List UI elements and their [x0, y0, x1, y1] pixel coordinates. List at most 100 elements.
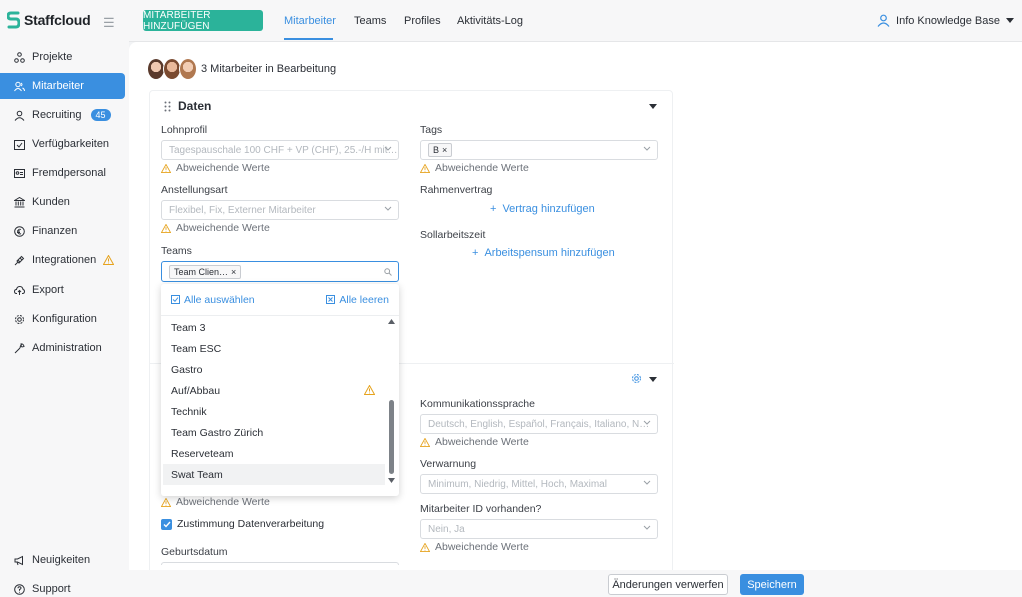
add-contract-label: Vertrag hinzufügen [502, 203, 595, 215]
dropdown-option[interactable]: Reserveteam [163, 443, 385, 464]
sidebar-item-verfuegbarkeiten[interactable]: Verfügbarkeiten [0, 131, 125, 157]
dropdown-option[interactable]: Team 3 [163, 317, 385, 338]
teams-label: Teams [161, 245, 192, 257]
sidebar-item-neuigkeiten[interactable]: Neuigkeiten [0, 547, 125, 573]
sidebar-item-kunden[interactable]: Kunden [0, 189, 125, 215]
user-icon [877, 14, 890, 27]
add-contract-button[interactable]: + Vertrag hinzufügen [490, 203, 595, 215]
tags-select[interactable]: B × [420, 140, 658, 160]
sidebar-item-fremdpersonal[interactable]: Fremdpersonal [0, 160, 125, 186]
tag-label: Team Clien… [174, 266, 229, 277]
dropdown-option[interactable]: Team ESC [163, 338, 385, 359]
section-header: Daten [164, 99, 211, 113]
cloud-upload-icon [14, 285, 25, 296]
consent-label: Zustimmung Datenverarbeitung [177, 518, 325, 530]
scroll-down-icon[interactable] [388, 478, 395, 483]
remove-tag-icon[interactable]: × [442, 145, 447, 155]
plug-icon [14, 255, 25, 266]
tag-label: B [433, 145, 440, 155]
discard-changes-button[interactable]: Änderungen verwerfen [608, 574, 728, 595]
main-content: 3 Mitarbeiter in Bearbeitung Daten Lohnp… [129, 42, 1022, 597]
sidebar-item-recruiting[interactable]: Recruiting 45 [0, 102, 125, 128]
sidebar-item-mitarbeiter[interactable]: Mitarbeiter [0, 73, 125, 99]
scrollbar-thumb[interactable] [389, 400, 394, 474]
sidebar-item-label: Integrationen [32, 254, 97, 266]
chevron-down-icon [643, 480, 651, 486]
scroll-up-icon[interactable] [388, 319, 395, 324]
tab-profiles[interactable]: Profiles [404, 15, 441, 27]
sidebar-item-export[interactable]: Export [0, 277, 125, 303]
remove-tag-icon[interactable]: × [231, 267, 236, 277]
bank-icon [14, 196, 25, 208]
dropdown-option[interactable]: Technik [163, 401, 385, 422]
kommunikationssprache-placeholder: Deutsch, English, Español, Français, Ita… [428, 418, 650, 430]
sidebar-item-administration[interactable]: Administration [0, 335, 125, 361]
anstellungsart-placeholder: Flexibel, Fix, Externer Mitarbeiter [169, 204, 316, 216]
gear-icon[interactable] [631, 373, 642, 384]
gear-icon [14, 314, 25, 325]
active-tab-indicator [284, 38, 333, 40]
staff-icon [14, 81, 25, 92]
clear-all-button[interactable]: Alle leeren [326, 294, 389, 306]
warning-icon [420, 163, 430, 173]
dropdown-option[interactable]: Swat Team [163, 464, 385, 485]
tab-teams[interactable]: Teams [354, 15, 386, 27]
mitarbeiter-id-select[interactable]: Nein, Ja [420, 519, 658, 539]
dropdown-option[interactable]: Gastro [163, 359, 385, 380]
diff-text: Abweichende Werte [435, 436, 529, 448]
kommunikationssprache-select[interactable]: Deutsch, English, Español, Français, Ita… [420, 414, 658, 434]
editing-summary: 3 Mitarbeiter in Bearbeitung [147, 58, 336, 80]
id-card-icon [14, 168, 25, 179]
tab-aktivitaets-log[interactable]: Aktivitäts-Log [457, 15, 523, 27]
verwarnung-label: Verwarnung [420, 458, 477, 470]
logo-text: Staffcloud [24, 12, 91, 28]
select-all-button[interactable]: Alle auswählen [171, 294, 255, 306]
sidebar-item-support[interactable]: Support [0, 576, 125, 597]
consent-checkbox-row[interactable]: Zustimmung Datenverarbeitung [161, 518, 324, 530]
calendar-check-icon [14, 139, 25, 150]
selected-team-tag: Team Clien… × [169, 264, 242, 279]
collapse-section-icon[interactable] [649, 377, 657, 382]
plus-icon: + [472, 247, 479, 259]
sidebar-item-konfiguration[interactable]: Konfiguration [0, 306, 125, 332]
sidebar-item-label: Mitarbeiter [32, 80, 84, 92]
teams-dropdown: Alle auswählen Alle leeren Team 3 Team E… [161, 284, 399, 496]
sidebar-item-integrationen[interactable]: Integrationen [0, 247, 125, 273]
consent-checkbox[interactable] [161, 518, 172, 530]
birthdate-input[interactable] [161, 562, 399, 565]
search-icon [384, 268, 392, 276]
collapse-menu-icon[interactable]: ☰ [103, 15, 115, 31]
editing-count-text: 3 Mitarbeiter in Bearbeitung [201, 63, 337, 75]
sidebar-item-projekte[interactable]: Projekte [0, 44, 125, 70]
chevron-down-icon [384, 206, 392, 212]
logo[interactable]: Staffcloud [7, 11, 91, 29]
lohnprofil-label: Lohnprofil [161, 124, 208, 136]
lohnprofil-select[interactable]: Tagespauschale 100 CHF + VP (CHF), 25.-/… [161, 140, 399, 160]
add-workload-button[interactable]: + Arbeitspensum hinzufügen [472, 247, 615, 259]
diff-text: Abweichende Werte [176, 222, 270, 234]
warning-icon [364, 385, 375, 395]
mitarbeiter-id-placeholder: Nein, Ja [428, 523, 465, 535]
select-all-label: Alle auswählen [184, 293, 255, 306]
plus-icon: + [490, 203, 497, 215]
sidebar-item-label: Verfügbarkeiten [32, 138, 110, 150]
teams-select[interactable]: Team Clien… × [161, 261, 399, 282]
user-menu[interactable]: Info Knowledge Base [877, 14, 1014, 27]
add-staff-button[interactable]: MITARBEITER HINZUFÜGEN [143, 10, 263, 32]
drag-handle-icon[interactable] [164, 101, 171, 112]
collapse-section-icon[interactable] [649, 104, 657, 109]
sidebar-item-label: Fremdpersonal [32, 167, 106, 179]
checkbox-clear-icon [326, 295, 336, 304]
tab-mitarbeiter[interactable]: Mitarbeiter [284, 15, 336, 27]
dropdown-option[interactable]: Auf/Abbau [163, 380, 385, 401]
save-button[interactable]: Speichern [740, 574, 804, 595]
lohnprofil-placeholder: Tagespauschale 100 CHF + VP (CHF), 25.-/… [169, 144, 398, 156]
sidebar: Staffcloud ☰ Projekte Mitarbeiter Recrui… [0, 0, 129, 597]
verwarnung-select[interactable]: Minimum, Niedrig, Mittel, Hoch, Maximal [420, 474, 658, 494]
dropdown-option[interactable]: Team Gastro Zürich [163, 422, 385, 443]
sidebar-item-finanzen[interactable]: Finanzen [0, 218, 125, 244]
chevron-down-icon [643, 146, 651, 152]
selected-tag: B × [428, 143, 453, 157]
avatar [179, 58, 197, 80]
anstellungsart-select[interactable]: Flexibel, Fix, Externer Mitarbeiter [161, 200, 399, 220]
